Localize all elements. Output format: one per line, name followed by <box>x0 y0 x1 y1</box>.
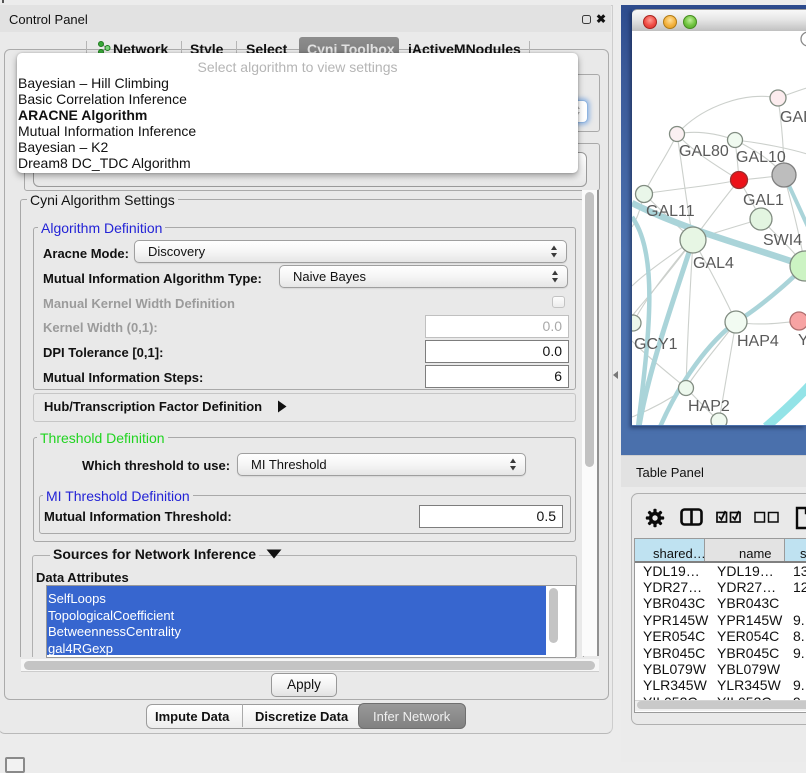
svg-text:GAL80: GAL80 <box>679 143 729 160</box>
svg-text:HAP4: HAP4 <box>737 333 779 350</box>
svg-text:GAL11: GAL11 <box>646 203 695 220</box>
svg-text:HAP2: HAP2 <box>688 398 730 415</box>
svg-text:GAL10: GAL10 <box>736 149 786 166</box>
svg-text:GCY1: GCY1 <box>634 336 678 353</box>
svg-text:YM: YM <box>798 332 806 349</box>
svg-text:GAL: GAL <box>780 109 806 126</box>
svg-text:GAL1: GAL1 <box>743 192 784 209</box>
svg-text:GAL4: GAL4 <box>693 255 734 272</box>
svg-text:SWI4: SWI4 <box>763 232 802 249</box>
